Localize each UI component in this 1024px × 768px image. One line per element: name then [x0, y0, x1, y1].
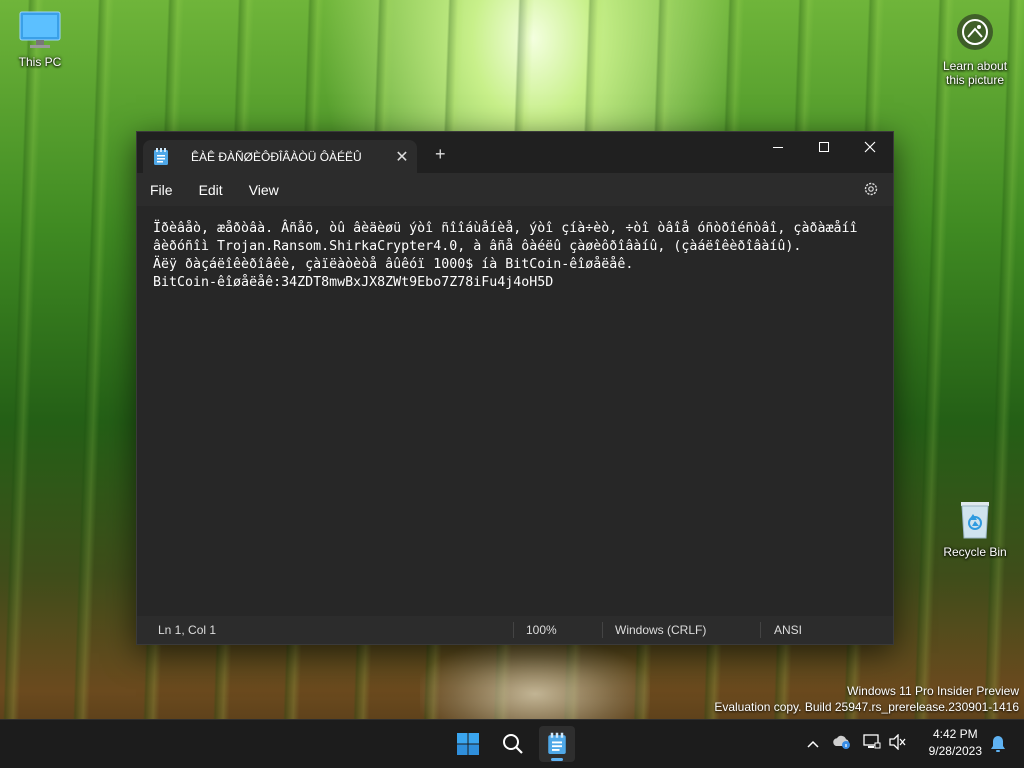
status-bar: Ln 1, Col 1 100% Windows (CRLF) ANSI — [137, 616, 893, 644]
desktop-icon-label: Recycle Bin — [943, 545, 1007, 559]
clock[interactable]: 4:42 PM 9/28/2023 — [929, 726, 982, 760]
encoding[interactable]: ANSI — [774, 623, 802, 637]
menu-file[interactable]: File — [137, 182, 186, 198]
watermark-line1: Windows 11 Pro Insider Preview — [847, 684, 1019, 698]
speaker-muted-icon — [889, 732, 906, 751]
text-editor[interactable]: Ïðèâåò, æåðòâà. Âñåõ, òû âèäèøü ýòî ñîîá… — [137, 206, 893, 616]
taskbar: 4:42 PM 9/28/2023 — [0, 719, 1024, 768]
settings-button[interactable] — [863, 181, 879, 202]
divider — [602, 622, 603, 638]
close-tab-icon[interactable]: ✕ — [387, 147, 417, 167]
editor-line: BitCoin-êîøåëåê:34ZDT8mwBxJX8ZWt9Ebo7Z78… — [153, 275, 554, 290]
chevron-up-icon — [807, 740, 819, 748]
maximize-icon — [819, 142, 829, 152]
menu-bar: File Edit View — [137, 173, 893, 206]
gear-icon — [864, 182, 878, 196]
camera-icon — [957, 14, 993, 50]
network-button[interactable] — [858, 733, 886, 755]
editor-line: Äëÿ ðàçáëîêèðîâêè, çàïëàòèòå âûêóï 1000$… — [153, 257, 634, 272]
new-tab-button[interactable]: + — [435, 144, 446, 165]
evaluation-watermark: Windows 11 Pro Insider Preview Evaluatio… — [714, 683, 1019, 715]
onedrive-button[interactable] — [826, 734, 858, 755]
notepad-icon — [154, 147, 168, 165]
monitor-icon — [19, 11, 61, 48]
windows-logo-icon — [457, 733, 479, 755]
title-bar[interactable]: ÊÀÊ ÐÀÑØÈÔÐÎÂÀÒÜ ÔÀÉËÛ ✕ + — [137, 132, 893, 173]
menu-edit[interactable]: Edit — [186, 182, 236, 198]
wallpaper-path — [420, 640, 650, 730]
notifications-button[interactable] — [990, 735, 1006, 758]
divider — [513, 622, 514, 638]
spotlight-label-line1: Learn about — [942, 59, 1008, 73]
menu-view[interactable]: View — [236, 182, 292, 198]
editor-line: Ïðèâåò, æåðòâà. Âñåõ, òû âèäèøü ýòî ñîîá… — [153, 221, 858, 236]
tab-title: ÊÀÊ ÐÀÑØÈÔÐÎÂÀÒÜ ÔÀÉËÛ — [191, 149, 362, 164]
volume-button[interactable] — [886, 732, 908, 755]
system-tray — [800, 720, 908, 768]
cursor-position: Ln 1, Col 1 — [158, 623, 217, 637]
minimize-button[interactable] — [755, 132, 801, 162]
zoom-level[interactable]: 100% — [526, 623, 557, 637]
spotlight-label-line2: this picture — [945, 73, 1005, 87]
search-icon — [503, 734, 523, 754]
clock-time: 4:42 PM — [932, 727, 978, 741]
desktop-icon-this-pc[interactable]: This PC — [0, 10, 80, 69]
show-hidden-icons-button[interactable] — [800, 735, 826, 753]
line-ending[interactable]: Windows (CRLF) — [615, 623, 706, 637]
taskbar-notepad[interactable] — [539, 726, 575, 762]
close-window-button[interactable] — [847, 132, 893, 162]
notepad-icon — [548, 732, 566, 754]
notepad-window[interactable]: ÊÀÊ ÐÀÑØÈÔÐÎÂÀÒÜ ÔÀÉËÛ ✕ + File Edit Vie… — [136, 131, 894, 645]
spotlight-learn-about-picture[interactable]: Learn about this picture — [935, 12, 1015, 87]
watermark-line2: Evaluation copy. Build 25947.rs_prerelea… — [714, 700, 1019, 714]
bell-icon — [991, 736, 1005, 752]
desktop-icon-label: This PC — [18, 55, 62, 69]
clock-date: 9/28/2023 — [928, 744, 982, 758]
close-icon — [864, 141, 876, 153]
cloud-info-icon — [833, 735, 850, 749]
divider — [760, 622, 761, 638]
editor-line: âèðóñîì Trojan.Ransom.ShirkaCrypter4.0, … — [153, 239, 802, 254]
minimize-icon — [773, 147, 783, 148]
recycle-bin-icon — [961, 502, 989, 539]
start-button[interactable] — [450, 726, 486, 762]
desktop-icon-recycle-bin[interactable]: Recycle Bin — [935, 498, 1015, 559]
tab-document[interactable]: ÊÀÊ ÐÀÑØÈÔÐÎÂÀÒÜ ÔÀÉËÛ ✕ — [143, 140, 417, 173]
maximize-button[interactable] — [801, 132, 847, 162]
search-button[interactable] — [495, 726, 531, 762]
network-icon — [863, 733, 881, 748]
